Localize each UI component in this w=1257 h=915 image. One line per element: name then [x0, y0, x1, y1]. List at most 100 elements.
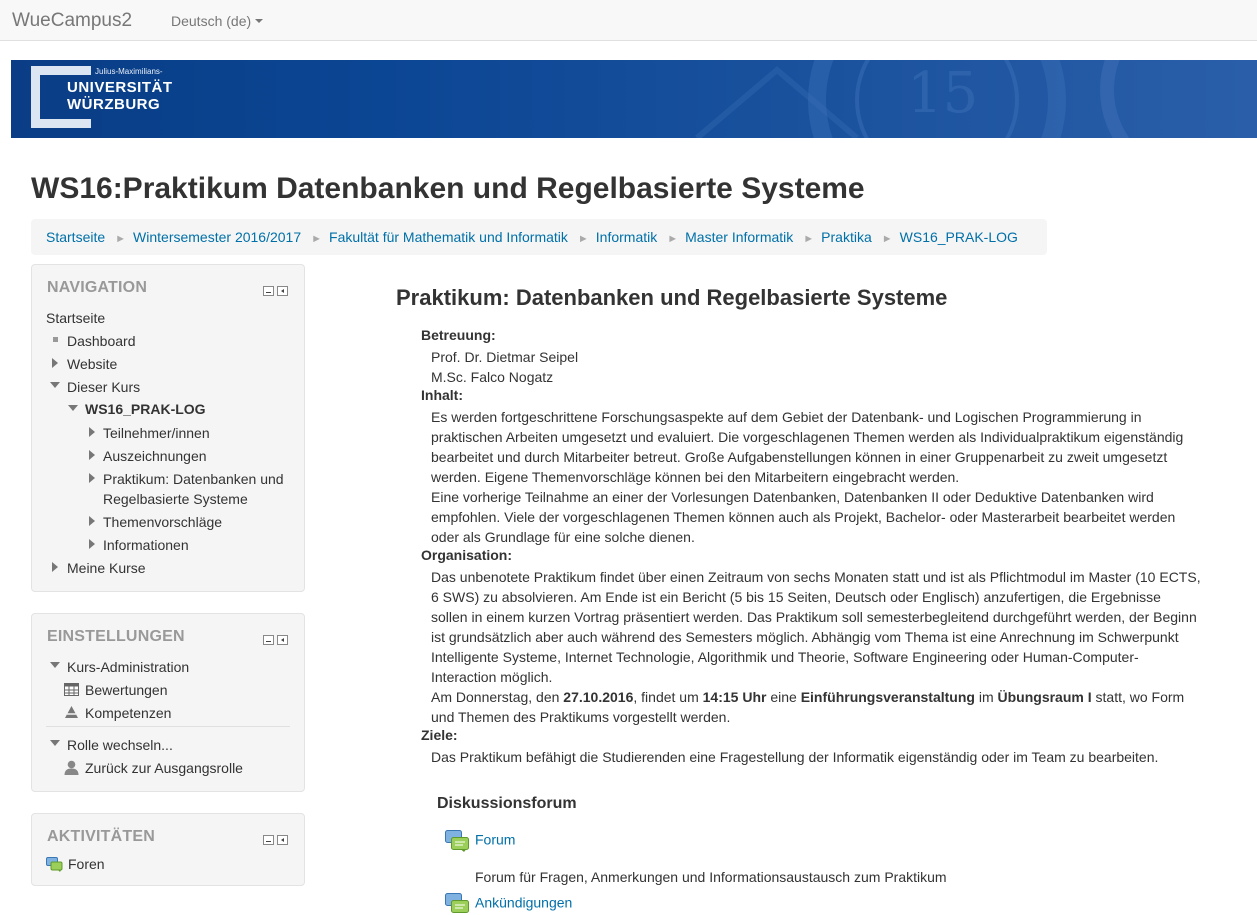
expand-arrow-icon[interactable]: [52, 358, 58, 368]
breadcrumb: Startseite ► Wintersemester 2016/2017 ► Faku…: [31, 219, 1047, 255]
bullet-square-icon: [53, 337, 58, 342]
block-controls: [260, 283, 288, 299]
organisation-paragraph-2: Am Donnerstag, den 27.10.2016, findet um…: [431, 687, 1201, 727]
nav-my-courses[interactable]: Meine Kurse: [67, 558, 146, 578]
settings-switch-role[interactable]: Rolle wechseln...: [67, 735, 173, 755]
minimize-icon[interactable]: [263, 286, 274, 296]
forum-icon: [46, 857, 63, 872]
competencies-icon: [65, 706, 78, 718]
university-logo[interactable]: Julius-Maximilians- UNIVERSITÄT WÜRZBURG: [31, 66, 176, 128]
nav-section-line2[interactable]: Regelbasierte Systeme: [103, 489, 248, 509]
inhalt-paragraph-2: Eine vorherige Teilnahme an einer der Vo…: [431, 489, 1176, 545]
nav-course-link[interactable]: WS16_PRAK-LOG: [85, 399, 206, 419]
minimize-icon[interactable]: [263, 635, 274, 645]
nav-dashboard-link[interactable]: Dashboard: [67, 331, 136, 351]
breadcrumb-praktika[interactable]: Praktika: [821, 229, 872, 245]
expand-arrow-icon[interactable]: [89, 473, 95, 483]
breadcrumb-separator-icon: ►: [803, 233, 815, 245]
forum-description: Forum für Fragen, Anmerkungen und Inform…: [475, 869, 947, 885]
forum-section-heading: Diskussionsforum: [437, 795, 577, 812]
breadcrumb-separator-icon: ►: [311, 233, 323, 245]
org-text-a: Am Donnerstag, den: [431, 689, 564, 705]
breadcrumb-faculty[interactable]: Fakultät für Mathematik und Informatik: [329, 229, 568, 245]
nav-badges[interactable]: Auszeichnungen: [103, 446, 207, 466]
logo-small-text: Julius-Maximilians-: [95, 67, 163, 76]
activities-block-title: AKTIVITÄTEN: [47, 828, 155, 845]
forum-activity-link[interactable]: Forum: [445, 830, 515, 852]
collapse-arrow-icon[interactable]: [68, 405, 78, 411]
collapse-arrow-icon[interactable]: [50, 382, 60, 388]
divider: [46, 726, 290, 727]
page-title: WS16:Praktikum Datenbanken und Regelbasi…: [31, 172, 865, 205]
nav-topics[interactable]: Themenvorschläge: [103, 512, 222, 532]
settings-block: EINSTELLUNGEN Kurs-Administration Bewert…: [31, 613, 305, 792]
expand-arrow-icon[interactable]: [89, 539, 95, 549]
logo-line-1: UNIVERSITÄT: [67, 79, 173, 96]
organisation-paragraph-1: Das unbenotete Praktikum findet über ein…: [431, 569, 1201, 685]
collapse-arrow-icon[interactable]: [50, 740, 60, 746]
settings-block-title: EINSTELLUNGEN: [47, 628, 185, 645]
nav-participants[interactable]: Teilnehmer/innen: [103, 423, 210, 443]
org-text-c: eine: [766, 689, 801, 705]
announcements-activity-link[interactable]: Ankündigungen: [445, 893, 572, 915]
forum-link-label: Forum: [475, 831, 516, 848]
expand-arrow-icon[interactable]: [52, 562, 58, 572]
dock-icon[interactable]: [277, 286, 288, 296]
ziele-paragraph: Das Praktikum befähigt die Studierenden …: [431, 749, 1159, 765]
organisation-label: Organisation:: [421, 547, 513, 563]
seal-decoration: 15: [695, 60, 1130, 138]
org-text-d: im: [974, 689, 998, 705]
settings-competencies-link[interactable]: Kompetenzen: [85, 703, 171, 723]
top-navbar: WueCampus2 Deutsch (de): [0, 0, 1257, 41]
expand-arrow-icon[interactable]: [89, 450, 95, 460]
inhalt-label: Inhalt:: [421, 387, 463, 403]
nav-section-line1[interactable]: Praktikum: Datenbanken und: [103, 469, 284, 489]
navigation-block-title: NAVIGATION: [47, 279, 148, 296]
user-icon: [64, 760, 79, 775]
event-time: 14:15 Uhr: [702, 689, 767, 705]
nav-this-course[interactable]: Dieser Kurs: [67, 377, 140, 397]
settings-grades-link[interactable]: Bewertungen: [85, 680, 168, 700]
breadcrumb-separator-icon: ►: [115, 233, 127, 245]
site-brand-link[interactable]: WueCampus2: [12, 10, 132, 32]
section-heading: Praktikum: Datenbanken und Regelbasierte…: [396, 285, 948, 310]
settings-course-admin[interactable]: Kurs-Administration: [67, 657, 189, 677]
betreuung-label: Betreuung:: [421, 327, 496, 343]
block-controls: [260, 832, 288, 848]
supervisor-2: M.Sc. Falco Nogatz: [431, 369, 554, 385]
breadcrumb-separator-icon: ►: [577, 233, 589, 245]
forum-icon: [445, 830, 469, 852]
collapse-arrow-icon[interactable]: [50, 662, 60, 668]
chevron-down-icon: [255, 19, 264, 24]
breadcrumb-semester[interactable]: Wintersemester 2016/2017: [133, 229, 301, 245]
dock-icon[interactable]: [277, 835, 288, 845]
language-menu[interactable]: Deutsch (de): [171, 13, 264, 29]
seal-year-text: 15: [907, 61, 978, 126]
activities-forums-link[interactable]: Foren: [68, 854, 105, 874]
nav-info[interactable]: Informationen: [103, 535, 189, 555]
breadcrumb-course[interactable]: WS16_PRAK-LOG: [900, 229, 1018, 245]
nav-website[interactable]: Website: [67, 354, 117, 374]
ziele-label: Ziele:: [421, 727, 458, 743]
logo-line-2: WÜRZBURG: [67, 96, 161, 113]
announcements-link-label: Ankündigungen: [475, 894, 573, 911]
settings-return-role-link[interactable]: Zurück zur Ausgangsrolle: [85, 758, 243, 778]
activities-block: AKTIVITÄTEN Foren: [31, 813, 305, 886]
event-room: Übungsraum I: [997, 689, 1092, 705]
nav-home-link[interactable]: Startseite: [46, 308, 105, 328]
breadcrumb-informatik[interactable]: Informatik: [596, 229, 657, 245]
grades-table-icon: [64, 683, 79, 696]
breadcrumb-separator-icon: ►: [667, 233, 679, 245]
block-controls: [260, 632, 288, 648]
event-date: 27.10.2016: [563, 689, 634, 705]
minimize-icon[interactable]: [263, 835, 274, 845]
expand-arrow-icon[interactable]: [89, 427, 95, 437]
dock-icon[interactable]: [277, 635, 288, 645]
breadcrumb-master[interactable]: Master Informatik: [685, 229, 793, 245]
supervisor-1: Prof. Dr. Dietmar Seipel: [431, 349, 579, 365]
language-label: Deutsch (de): [171, 13, 252, 29]
breadcrumb-home[interactable]: Startseite: [46, 229, 105, 245]
navigation-block: NAVIGATION Startseite Dashboard Website …: [31, 264, 305, 592]
breadcrumb-separator-icon: ►: [881, 233, 893, 245]
expand-arrow-icon[interactable]: [89, 516, 95, 526]
